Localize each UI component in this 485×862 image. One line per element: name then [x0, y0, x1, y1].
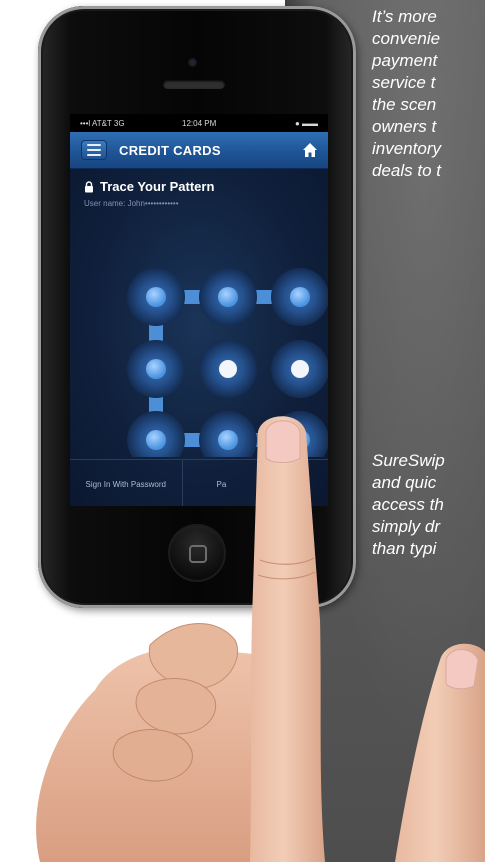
hand-illustration	[36, 416, 485, 862]
index-finger	[250, 416, 325, 862]
index-fingernail	[265, 420, 301, 463]
second-hand-fingernail	[445, 649, 479, 690]
